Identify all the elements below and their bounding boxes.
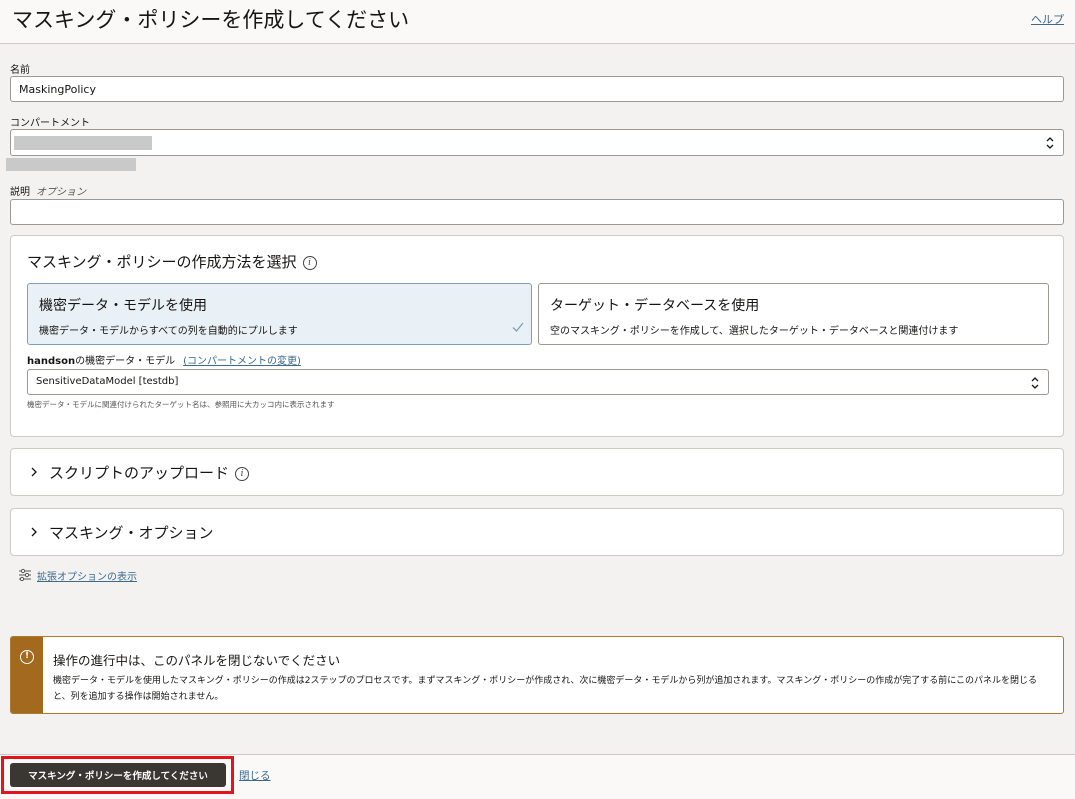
- chevron-right-icon: [31, 527, 37, 537]
- option-description: 空のマスキング・ポリシーを作成して、選択したターゲット・データベースと関連付けま…: [550, 326, 959, 337]
- sdm-label: handsonの機密データ・モデル (コンパートメントの変更): [27, 356, 301, 367]
- description-input[interactable]: [10, 199, 1064, 225]
- creation-method-panel: マスキング・ポリシーの作成方法を選択 i 機密データ・モデルを使用 機密データ・モ…: [10, 235, 1064, 437]
- name-label: 名前: [10, 65, 30, 76]
- sdm-hint: 機密データ・モデルに関連付けられたターゲット名は、参照用に大カッコ内に表示されま…: [27, 400, 335, 409]
- close-link[interactable]: 閉じる: [239, 768, 271, 783]
- info-icon[interactable]: i: [235, 466, 250, 481]
- change-compartment-link[interactable]: (コンパートメントの変更): [183, 356, 301, 367]
- warning-icon: !: [20, 650, 34, 664]
- warning-title: 操作の進行中は、このパネルを閉じないでください: [53, 653, 341, 668]
- option-title: ターゲット・データベースを使用: [550, 298, 760, 314]
- warning-accent-bar: !: [11, 637, 43, 713]
- sliders-icon: [19, 568, 31, 582]
- chevron-updown-icon: [1031, 377, 1039, 389]
- option-use-target-db[interactable]: ターゲット・データベースを使用 空のマスキング・ポリシーを作成して、選択したター…: [538, 283, 1049, 345]
- upload-script-section[interactable]: スクリプトのアップロード i: [10, 448, 1064, 496]
- description-label: 説明 オプション: [10, 187, 86, 198]
- optional-tag: オプション: [36, 187, 86, 198]
- sensitive-data-model-select[interactable]: SensitiveDataModel [testdb]: [27, 369, 1049, 395]
- option-description: 機密データ・モデルからすべての列を自動的にプルします: [39, 326, 298, 337]
- sdm-selected-value: SensitiveDataModel [testdb]: [36, 376, 179, 387]
- section-title: スクリプトのアップロード i: [49, 462, 250, 483]
- warning-body: 機密データ・モデルを使用したマスキング・ポリシーの作成は2ステップのプロセスです…: [53, 676, 1038, 702]
- compartment-select[interactable]: [10, 129, 1064, 156]
- create-masking-policy-button[interactable]: マスキング・ポリシーを作成してください: [10, 763, 226, 787]
- page-title: マスキング・ポリシーを作成してください: [12, 8, 410, 32]
- name-input[interactable]: [10, 76, 1064, 102]
- redacted-compartment-path: [6, 158, 136, 171]
- redacted-compartment-value: [14, 136, 152, 150]
- compartment-label: コンパートメント: [10, 118, 90, 129]
- help-link[interactable]: ヘルプ: [1031, 11, 1064, 27]
- warning-message: ! 操作の進行中は、このパネルを閉じないでください 機密データ・モデルを使用した…: [10, 636, 1064, 714]
- advanced-options-link[interactable]: 拡張オプションの表示: [37, 568, 137, 583]
- info-icon[interactable]: i: [302, 255, 317, 270]
- option-title: 機密データ・モデルを使用: [39, 298, 207, 314]
- check-icon: [512, 322, 524, 332]
- option-use-sdm[interactable]: 機密データ・モデルを使用 機密データ・モデルからすべての列を自動的にプルします: [27, 283, 532, 345]
- creation-method-title: マスキング・ポリシーの作成方法を選択 i: [27, 251, 317, 272]
- chevron-updown-icon: [1046, 137, 1054, 149]
- panel-header: マスキング・ポリシーを作成してください ヘルプ: [0, 0, 1075, 44]
- chevron-right-icon: [31, 467, 37, 477]
- masking-options-section[interactable]: マスキング・オプション: [10, 508, 1064, 556]
- section-title: マスキング・オプション: [49, 524, 214, 542]
